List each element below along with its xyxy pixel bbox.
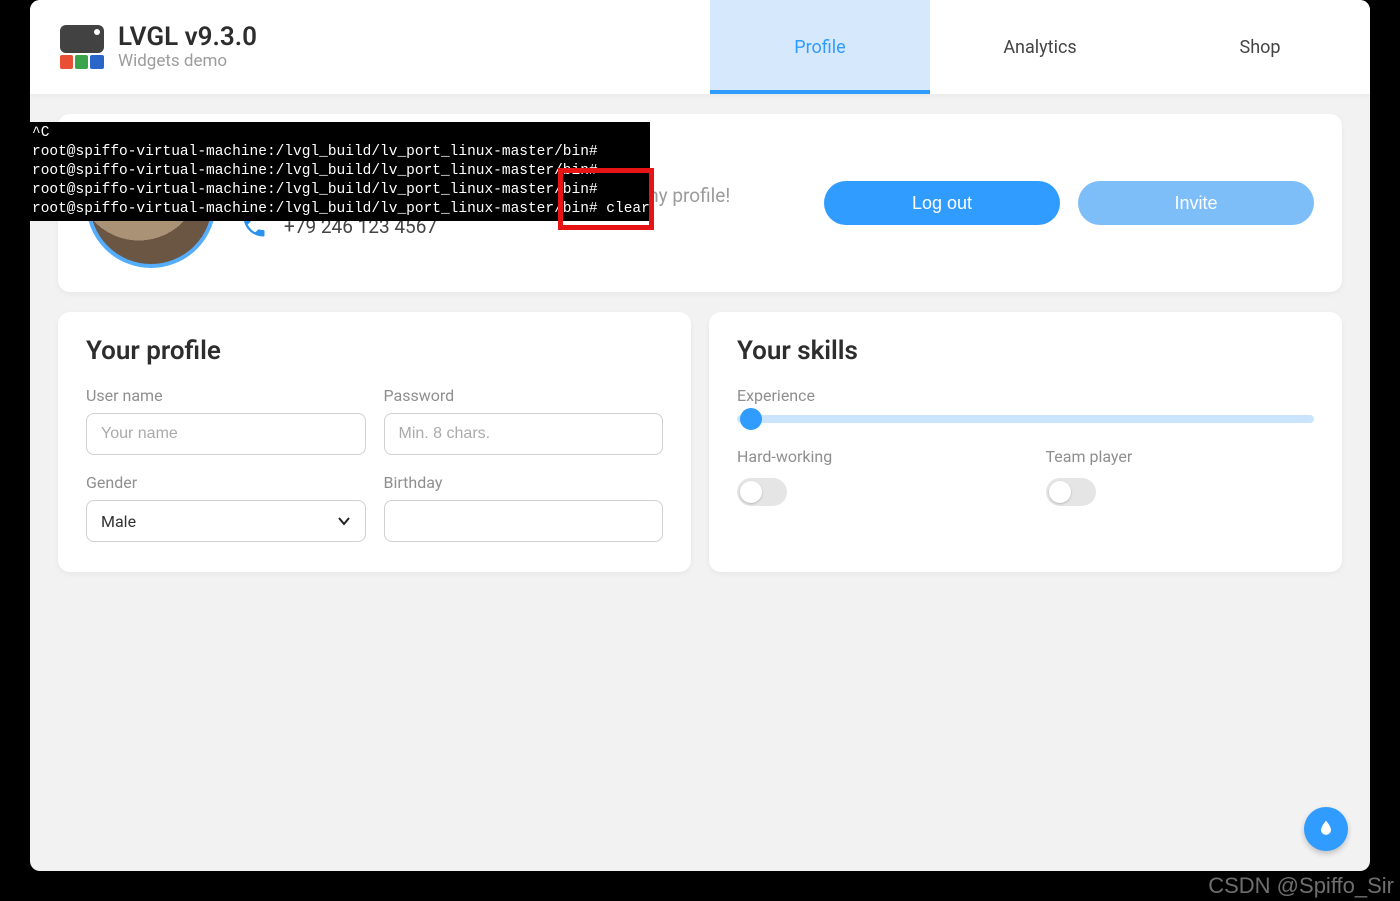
tab-profile[interactable]: Profile xyxy=(710,0,930,94)
invite-button[interactable]: Invite xyxy=(1078,181,1314,225)
username-label: User name xyxy=(86,386,366,405)
app-subtitle: Widgets demo xyxy=(118,52,257,72)
lvgl-logo-icon xyxy=(60,25,104,69)
terminal-line-2: root@spiffo-virtual-machine:/lvgl_build/… xyxy=(32,163,598,179)
header-bar: LVGL v9.3.0 Widgets demo Profile Analyti… xyxy=(30,0,1370,94)
birthday-input[interactable] xyxy=(384,500,664,542)
terminal-line-0: ^C xyxy=(32,125,49,141)
chevron-down-icon xyxy=(337,514,351,528)
app-title: LVGL v9.3.0 xyxy=(118,23,257,52)
hardworking-toggle[interactable] xyxy=(737,478,787,506)
tab-bar: Profile Analytics Shop xyxy=(710,0,1370,94)
logo-text: LVGL v9.3.0 Widgets demo xyxy=(118,23,257,71)
obscured-profile-text: my profile! xyxy=(642,184,730,207)
tab-shop[interactable]: Shop xyxy=(1150,0,1370,94)
theme-fab-button[interactable] xyxy=(1304,807,1348,851)
tab-analytics[interactable]: Analytics xyxy=(930,0,1150,94)
experience-label: Experience xyxy=(737,386,1314,405)
profile-form-title: Your profile xyxy=(86,336,663,366)
profile-actions: Log out Invite xyxy=(824,181,1314,225)
gender-label: Gender xyxy=(86,473,366,492)
tint-icon xyxy=(1316,819,1336,839)
experience-slider-thumb[interactable] xyxy=(740,408,762,430)
skills-title: Your skills xyxy=(737,336,1314,366)
gender-value: Male xyxy=(101,512,136,531)
password-input[interactable] xyxy=(384,413,664,455)
birthday-label: Birthday xyxy=(384,473,664,492)
experience-slider[interactable] xyxy=(737,415,1314,423)
logout-button[interactable]: Log out xyxy=(824,181,1060,225)
terminal-line-3: root@spiffo-virtual-machine:/lvgl_build/… xyxy=(32,182,598,198)
terminal-overlay: ^C root@spiffo-virtual-machine:/lvgl_bui… xyxy=(30,122,650,221)
logo-block: LVGL v9.3.0 Widgets demo xyxy=(30,23,257,71)
teamplayer-toggle[interactable] xyxy=(1046,478,1096,506)
password-label: Password xyxy=(384,386,664,405)
watermark: CSDN @Spiffo_Sir xyxy=(1208,873,1394,899)
terminal-line-1: root@spiffo-virtual-machine:/lvgl_build/… xyxy=(32,144,598,160)
gender-select[interactable]: Male xyxy=(86,500,366,542)
teamplayer-label: Team player xyxy=(1046,447,1315,466)
hardworking-label: Hard-working xyxy=(737,447,1006,466)
terminal-line-4: root@spiffo-virtual-machine:/lvgl_build/… xyxy=(32,201,650,217)
profile-form-panel: Your profile User name Password Gender xyxy=(58,312,691,572)
username-input[interactable] xyxy=(86,413,366,455)
panels-row: Your profile User name Password Gender xyxy=(58,312,1342,572)
skills-panel: Your skills Experience Hard-working Team… xyxy=(709,312,1342,572)
